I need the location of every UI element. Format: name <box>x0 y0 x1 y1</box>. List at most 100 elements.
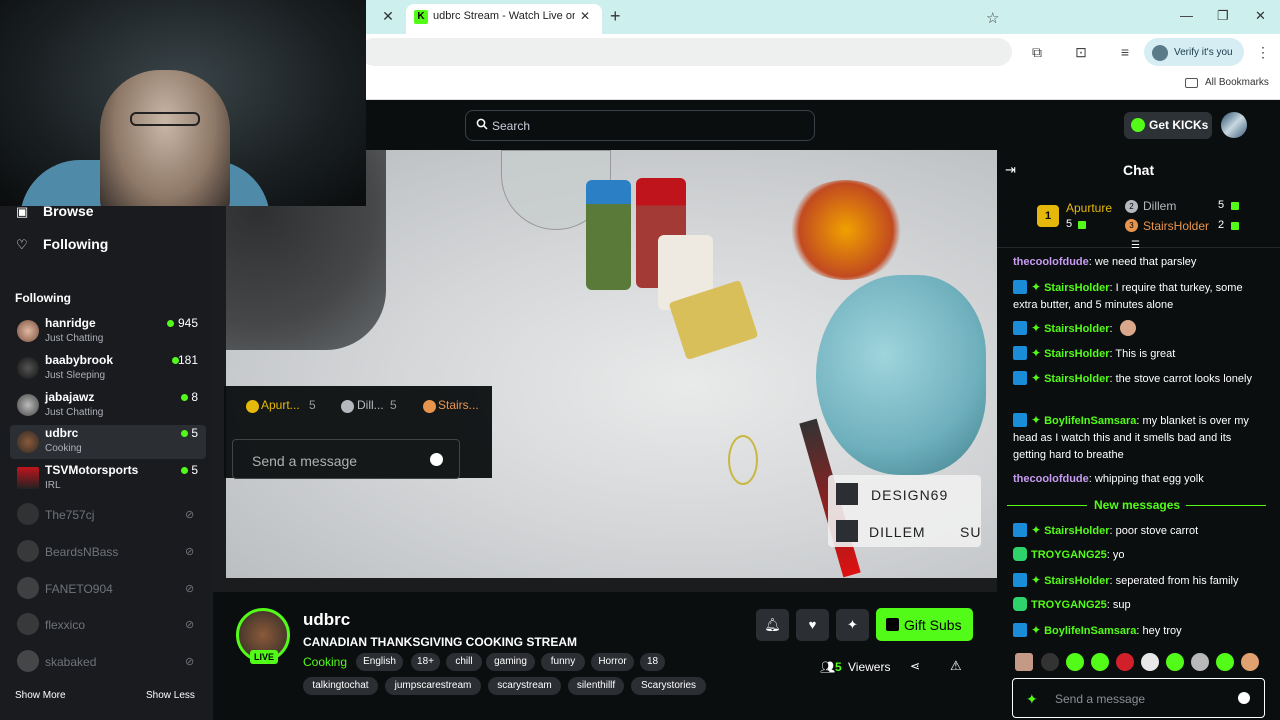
viewer-count: 5 <box>835 660 842 674</box>
maximize-icon[interactable]: ❐ <box>1217 8 1229 24</box>
sidebar-item-skabaked[interactable]: skabaked <box>45 655 96 669</box>
avatar[interactable] <box>1221 112 1247 138</box>
tag[interactable]: talkingtochat <box>303 677 378 695</box>
emote-icon[interactable] <box>1216 653 1234 671</box>
chat-username[interactable]: StairsHolder <box>1044 575 1109 587</box>
video-player[interactable]: Apurt... 5 Dill... 5 Stairs... Send a me… <box>213 150 997 592</box>
chat-message: ✦ StairsHolder: <box>1013 320 1263 338</box>
all-bookmarks-link[interactable]: All Bookmarks <box>1205 77 1269 88</box>
verified-badge-icon <box>1013 547 1027 561</box>
chat-message: thecoolofdude: we need that parsley <box>1013 254 1263 271</box>
chat-username[interactable]: TROYGANG25 <box>1031 599 1107 611</box>
chat-username[interactable]: StairsHolder <box>1044 282 1109 294</box>
overlay-leader-2: Dill... <box>357 398 384 412</box>
chat-username[interactable]: thecoolofdude <box>1013 473 1089 485</box>
sidebar-item-udbrc[interactable] <box>10 425 206 459</box>
tag[interactable]: 18+ <box>411 653 440 671</box>
show-more-button[interactable]: Show More <box>15 690 66 701</box>
leader-count: 2 <box>1218 219 1225 231</box>
emote-icon[interactable] <box>1166 653 1184 671</box>
channel-name[interactable]: udbrc <box>303 610 350 630</box>
sidebar-item-jabajawz[interactable] <box>10 389 206 423</box>
kick-logo-icon <box>836 483 858 505</box>
bookmark-star-icon[interactable]: ☆ <box>986 9 999 27</box>
chat-username[interactable]: StairsHolder <box>1044 525 1109 537</box>
tag[interactable]: scarystream <box>488 677 561 695</box>
emote-icon[interactable] <box>1141 653 1159 671</box>
nav-following[interactable]: Following <box>43 236 108 252</box>
sidebar-item-beardsnbass[interactable]: BeardsNBass <box>45 545 118 559</box>
more-menu-icon[interactable]: ⋮ <box>1256 44 1270 61</box>
emote-icon[interactable] <box>1191 653 1209 671</box>
gift-icon <box>1078 221 1086 229</box>
report-icon[interactable]: ⚠︎ <box>950 658 962 674</box>
sparkle-badge-icon: ✦ <box>1031 346 1042 360</box>
emote-icon[interactable] <box>1241 653 1259 671</box>
chat-username[interactable]: StairsHolder <box>1044 373 1109 385</box>
rank-gold-icon <box>246 400 259 413</box>
share-icon[interactable]: ⋖ <box>910 659 920 673</box>
tag[interactable]: Horror <box>591 653 634 671</box>
leader-name[interactable]: Apurture <box>1066 201 1112 215</box>
emote-icon[interactable] <box>1091 653 1109 671</box>
filter-icon[interactable]: ☰ <box>1131 240 1140 251</box>
collapse-chat-icon[interactable]: ⇥ <box>1005 162 1016 178</box>
emote-icon[interactable] <box>1116 653 1134 671</box>
chat-message: ✦ StairsHolder: I require that turkey, so… <box>1013 279 1263 314</box>
chat-username[interactable]: StairsHolder <box>1044 348 1109 360</box>
new-messages-label[interactable]: New messages <box>1094 498 1180 512</box>
leader-name[interactable]: Dillem <box>1143 199 1176 213</box>
category-link[interactable]: Cooking <box>303 655 347 669</box>
chat-text: : hey troy <box>1136 625 1182 637</box>
tag[interactable]: chill <box>446 653 482 671</box>
sparkle-icon[interactable]: ✦ <box>1026 691 1038 708</box>
bell-icon[interactable]: 🔔︎ <box>756 609 789 641</box>
chat-message: ✦ BoylifeInSamsara: hey troy <box>1013 622 1263 640</box>
sparkle-icon[interactable]: ✦ <box>836 609 869 641</box>
heart-icon[interactable]: ♥ <box>796 609 829 641</box>
window-close-icon[interactable]: ✕ <box>1255 8 1266 24</box>
close-icon[interactable]: ✕ <box>580 9 590 23</box>
sidebar-item-flexxico[interactable]: flexxico <box>45 618 85 632</box>
emote-icon[interactable] <box>1066 653 1084 671</box>
extensions-icon[interactable]: ⧉ <box>1029 44 1045 60</box>
channel-category: Just Sleeping <box>45 370 106 381</box>
viewer-count: 8 <box>191 390 198 404</box>
minimize-icon[interactable]: — <box>1180 8 1193 23</box>
chat-username[interactable]: TROYGANG25 <box>1031 549 1107 561</box>
viewer-count: 181 <box>177 353 198 367</box>
tag[interactable]: jumpscarestream <box>385 677 481 695</box>
url-input[interactable] <box>360 38 1012 66</box>
sidebar-item-faneto904[interactable]: FANETO904 <box>45 582 113 596</box>
chat-username[interactable]: StairsHolder <box>1044 323 1109 335</box>
new-tab-icon[interactable]: + <box>610 6 621 27</box>
leader-name[interactable]: StairsHolder <box>1143 219 1209 233</box>
tag[interactable]: Scarystories <box>631 677 706 695</box>
chat-text: : This is great <box>1109 348 1176 360</box>
heart-icon: ♡ <box>16 237 28 252</box>
tag[interactable]: silenthillf <box>568 677 624 695</box>
emote-icon[interactable] <box>1015 653 1033 671</box>
tag[interactable]: funny <box>541 653 585 671</box>
chat-message: ✦ StairsHolder: This is great <box>1013 345 1263 363</box>
tag[interactable]: 18 <box>640 653 665 671</box>
video-content <box>816 275 986 475</box>
tag[interactable]: English <box>356 653 403 671</box>
chat-title: Chat <box>1123 162 1155 178</box>
emoji-icon[interactable] <box>1238 692 1250 704</box>
emote-bar <box>1013 653 1263 673</box>
emote-icon[interactable] <box>1041 653 1059 671</box>
tag[interactable]: gaming <box>486 653 535 671</box>
avatar <box>17 503 39 525</box>
sparkle-badge-icon: ✦ <box>1031 413 1042 427</box>
channel-name: udbrc <box>45 426 79 440</box>
show-less-button[interactable]: Show Less <box>146 690 195 701</box>
chat-username[interactable]: BoylifeInSamsara <box>1044 625 1136 637</box>
media-icon[interactable]: ≡ <box>1117 44 1133 60</box>
chat-username[interactable]: BoylifeInSamsara <box>1044 415 1136 427</box>
chat-username[interactable]: thecoolofdude <box>1013 256 1089 268</box>
avatar <box>17 650 39 672</box>
close-tab-icon[interactable]: ✕ <box>380 8 396 24</box>
cast-icon[interactable]: ⊡ <box>1073 44 1089 60</box>
sidebar-item-the757cj[interactable]: The757cj <box>45 508 94 522</box>
